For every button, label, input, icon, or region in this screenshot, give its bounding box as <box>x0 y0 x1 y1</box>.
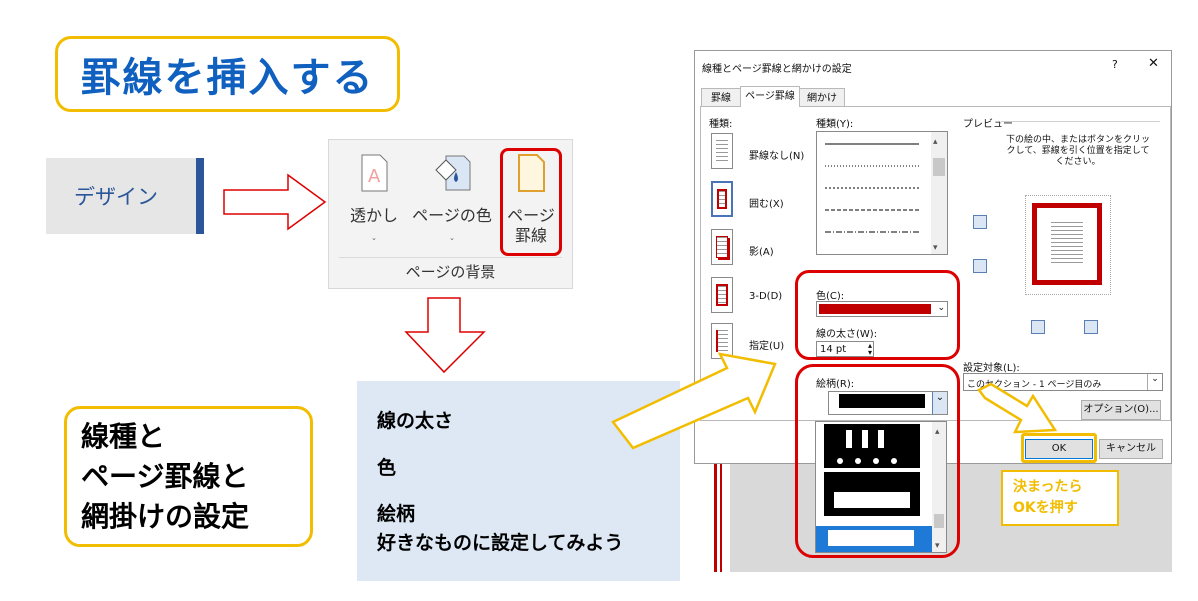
setting-box-icon[interactable] <box>711 181 733 217</box>
left-callout: 線種と ページ罫線と 網掛けの設定 <box>64 406 313 547</box>
style-list[interactable]: ▴ ▾ <box>816 131 948 255</box>
divider <box>339 257 562 258</box>
svg-text:▾: ▾ <box>933 243 938 253</box>
preview-page[interactable] <box>1032 203 1102 285</box>
page-border-line <box>714 464 717 572</box>
tab-borders[interactable]: 罫線 <box>701 88 741 107</box>
preview-text-lines <box>1051 222 1083 266</box>
preview-hint: 下の絵の中、またはボタンをクリックして、罫線を引く位置を指定してください。 <box>1005 135 1150 167</box>
page-color-label: ページの色 <box>412 206 492 225</box>
ok-highlight-ring <box>1021 433 1097 463</box>
options-button[interactable]: オプション(O)... <box>1081 400 1161 420</box>
settings-label: 種類: <box>709 119 733 130</box>
right-arrow-icon <box>223 173 327 231</box>
info-line-width: 線の太さ <box>377 410 454 432</box>
page-color-icon <box>435 155 471 191</box>
tab-design-label: デザイン <box>74 185 158 209</box>
setting-shadow-icon[interactable] <box>711 229 733 265</box>
border-top-button[interactable] <box>973 215 987 229</box>
ribbon-group-label: ページの背景 <box>405 263 496 281</box>
page-border-line <box>720 464 722 572</box>
dialog-title: 線種とページ罫線と網かけの設定 <box>702 64 852 75</box>
page-color-button[interactable]: ページの色 ˇ <box>409 148 495 256</box>
setting-none-label[interactable]: 罫線なし(N) <box>749 147 804 162</box>
style-label: 種類(Y): <box>816 119 854 130</box>
watermark-icon: A <box>361 154 388 192</box>
preview-label: プレビュー <box>963 119 1013 130</box>
info-line-hint: 好きなものに設定してみよう <box>377 532 624 554</box>
page-title: 罫線を挿入する <box>55 36 400 112</box>
document-page <box>704 464 730 572</box>
chevron-down-icon: ⌄ <box>1147 374 1162 390</box>
svg-text:▴: ▴ <box>933 137 938 147</box>
border-left-button[interactable] <box>1031 320 1045 334</box>
watermark-button[interactable]: A 透かし ˇ <box>343 148 405 256</box>
tab-design[interactable]: デザイン <box>46 158 204 234</box>
help-button[interactable]: ? <box>1112 58 1118 71</box>
highlight-ring <box>500 148 562 256</box>
border-right-button[interactable] <box>1084 320 1098 334</box>
close-button[interactable]: ✕ <box>1148 56 1159 71</box>
yellow-arrow-icon <box>611 352 777 450</box>
setting-none-icon[interactable] <box>711 133 733 169</box>
setting-3d-label[interactable]: 3-D(D) <box>749 291 782 302</box>
tab-shading[interactable]: 網かけ <box>799 88 845 107</box>
ok-note: 決まったら OKを押す <box>1001 470 1119 526</box>
highlight-ring-art <box>795 364 960 558</box>
svg-text:A: A <box>368 166 381 187</box>
setting-shadow-label[interactable]: 影(A) <box>749 243 774 258</box>
setting-box-label[interactable]: 囲む(X) <box>749 195 784 210</box>
setting-3d-icon[interactable] <box>711 277 733 313</box>
highlight-ring-color-width <box>795 270 960 360</box>
watermark-label: 透かし <box>349 206 398 225</box>
tab-page-borders[interactable]: ページ罫線 <box>740 86 800 107</box>
info-line-art: 絵柄 <box>377 503 416 525</box>
ribbon-page-background-group: A 透かし ˇ ページの色 ˇ ページ 罫線 ページの背景 <box>328 139 573 289</box>
chevron-down-icon: ˇ <box>449 238 455 249</box>
down-arrow-icon <box>404 297 486 374</box>
divider <box>1001 121 1160 122</box>
line-style-samples: ▴ ▾ <box>825 132 947 254</box>
cancel-button[interactable]: キャンセル <box>1099 439 1163 459</box>
apply-to-label: 設定対象(L): <box>963 363 1020 374</box>
border-bottom-button[interactable] <box>973 259 987 273</box>
chevron-down-icon: ˇ <box>371 238 377 249</box>
info-line-color: 色 <box>377 457 397 479</box>
